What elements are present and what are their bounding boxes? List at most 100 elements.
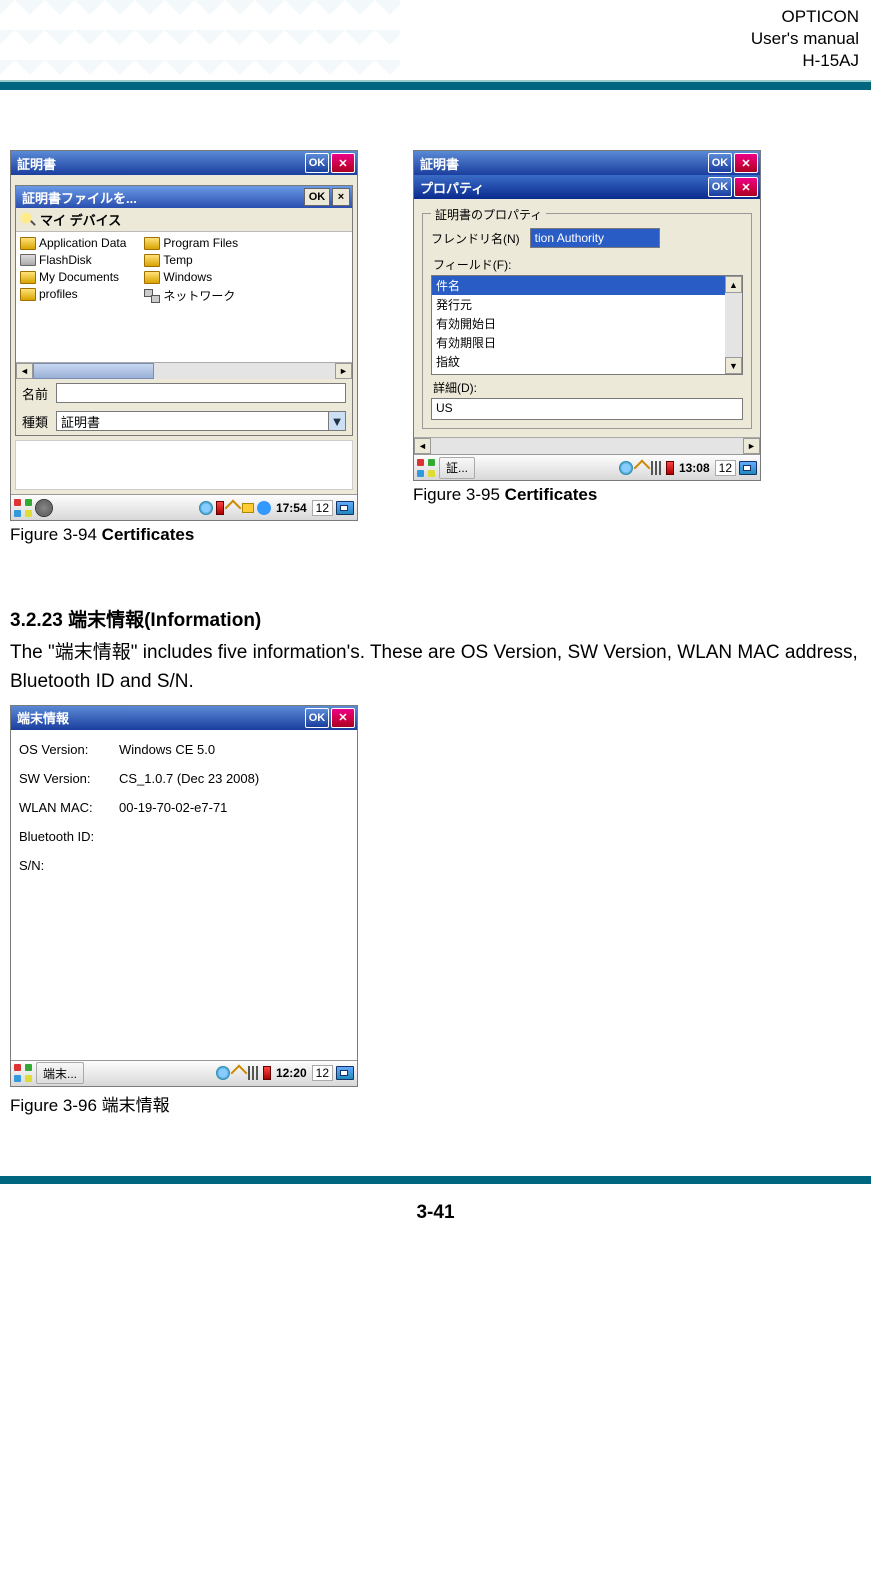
horizontal-scrollbar[interactable]: ◄ ► xyxy=(414,437,760,454)
detail-textbox[interactable]: US xyxy=(431,398,743,420)
background-area xyxy=(15,440,353,490)
scroll-left-button[interactable]: ◄ xyxy=(414,438,431,454)
scroll-up-button[interactable]: ▲ xyxy=(725,276,742,293)
start-button[interactable] xyxy=(14,1064,32,1082)
clock[interactable]: 12:20 xyxy=(274,1066,309,1080)
list-item[interactable]: 有効開始日 xyxy=(432,314,725,333)
ok-button[interactable]: OK xyxy=(305,708,329,728)
folder-icon xyxy=(20,237,36,250)
list-item[interactable]: 指紋 xyxy=(432,352,725,371)
folder-icon xyxy=(144,271,160,284)
date[interactable]: 12 xyxy=(312,1065,333,1081)
disk-icon xyxy=(20,254,36,266)
folder-item[interactable]: Application Data xyxy=(20,236,126,250)
figure-3-94: 証明書 OK 証明書ファイルを... OK × マイ デバイス xyxy=(10,150,358,545)
cert-properties-group: 証明書のプロパティ フレンドリ名(N) tion Authority フィールド… xyxy=(422,213,752,429)
chevron-down-icon[interactable]: ▼ xyxy=(328,412,345,430)
disk-item[interactable]: FlashDisk xyxy=(20,253,126,267)
gear-icon[interactable] xyxy=(36,500,52,516)
scroll-left-button[interactable]: ◄ xyxy=(16,363,33,379)
header-divider xyxy=(0,80,871,90)
close-button[interactable]: × xyxy=(332,188,350,206)
figure-caption: Figure 3-96 端末情報 xyxy=(10,1091,358,1116)
battery-tray-icon[interactable] xyxy=(666,461,674,475)
folder-item[interactable]: Temp xyxy=(144,253,238,267)
network-item[interactable]: ネットワーク xyxy=(144,287,238,304)
friendly-name-input[interactable]: tion Authority xyxy=(530,228,660,248)
figure-3-95: 証明書 OK プロパティ OK 証明書のプロパティ フレンドリ名(N) tion… xyxy=(413,150,761,545)
network-icon xyxy=(144,289,160,303)
battery-tray-icon[interactable] xyxy=(216,501,224,515)
folder-item[interactable]: Windows xyxy=(144,270,238,284)
type-combobox[interactable]: 証明書 ▼ xyxy=(56,411,346,431)
folder-item[interactable]: Program Files xyxy=(144,236,238,250)
network-tray-icon[interactable] xyxy=(199,501,213,515)
header-background xyxy=(0,0,400,80)
close-button[interactable] xyxy=(734,153,758,173)
section-heading: 3.2.23 端末情報(Information) xyxy=(10,605,861,632)
info-row: Bluetooth ID: xyxy=(19,829,349,844)
windows-tray-icon[interactable] xyxy=(336,501,354,515)
scroll-right-button[interactable]: ► xyxy=(335,363,352,379)
info-row: OS Version:Windows CE 5.0 xyxy=(19,742,349,757)
ok-button[interactable]: OK xyxy=(305,153,329,173)
clock[interactable]: 17:54 xyxy=(274,501,309,515)
start-button[interactable] xyxy=(14,499,32,517)
start-button[interactable] xyxy=(417,459,435,477)
close-button[interactable] xyxy=(734,177,758,197)
status-tray-icon[interactable] xyxy=(227,502,239,514)
type-label: 種類 xyxy=(22,412,48,431)
battery-tray-icon[interactable] xyxy=(263,1066,271,1080)
ok-button[interactable]: OK xyxy=(304,188,330,206)
outer-titlebar: 証明書 OK xyxy=(11,151,357,175)
clock[interactable]: 13:08 xyxy=(677,461,712,475)
location-bar: マイ デバイス xyxy=(16,208,352,232)
signal-tray-icon[interactable] xyxy=(651,461,663,475)
window-title: 端末情報 xyxy=(17,708,303,727)
ok-button[interactable]: OK xyxy=(708,177,732,197)
ok-button[interactable]: OK xyxy=(708,153,732,173)
folder-icon xyxy=(20,288,36,301)
close-button[interactable] xyxy=(331,153,355,173)
signal-tray-icon[interactable] xyxy=(248,1066,260,1080)
scroll-right-button[interactable]: ► xyxy=(743,438,760,454)
date[interactable]: 12 xyxy=(715,460,736,476)
header-line1: OPTICON xyxy=(751,6,859,28)
close-button[interactable] xyxy=(331,708,355,728)
file-list[interactable]: Application Data FlashDisk My Documents … xyxy=(16,232,352,362)
detail-label: 詳細(D): xyxy=(433,379,743,396)
windows-tray-icon[interactable] xyxy=(739,461,757,475)
taskbar: 証... 13:08 12 xyxy=(414,454,760,480)
group-legend: 証明書のプロパティ xyxy=(431,206,546,223)
properties-title: プロパティ xyxy=(420,178,706,197)
horizontal-scrollbar[interactable]: ◄ ► xyxy=(16,362,352,379)
taskbar: 端末... 12:20 12 xyxy=(11,1060,357,1086)
taskbar-app-button[interactable]: 端末... xyxy=(36,1062,84,1084)
network-tray-icon[interactable] xyxy=(216,1066,230,1080)
status-tray-icon[interactable] xyxy=(636,462,648,474)
section-body: The "端末情報" includes five information's. … xyxy=(10,638,861,697)
figure-caption: Figure 3-94 Certificates xyxy=(10,525,358,545)
date[interactable]: 12 xyxy=(312,500,333,516)
taskbar: 17:54 12 xyxy=(11,494,357,520)
name-input[interactable] xyxy=(56,383,346,403)
field-listbox[interactable]: 件名 発行元 有効開始日 有効期限日 指紋 ▲ ▼ xyxy=(431,275,743,375)
scroll-thumb[interactable] xyxy=(33,363,154,379)
location-label: マイ デバイス xyxy=(40,210,121,229)
status-tray-icon[interactable] xyxy=(233,1067,245,1079)
page-number: 3-41 xyxy=(0,1202,871,1224)
page-header: OPTICON User's manual H-15AJ xyxy=(0,0,871,90)
list-item[interactable]: 件名 xyxy=(432,276,725,295)
taskbar-app-button[interactable]: 証... xyxy=(439,457,475,479)
vertical-scrollbar[interactable]: ▲ ▼ xyxy=(725,276,742,374)
status-tray-icon[interactable] xyxy=(242,503,254,513)
windows-tray-icon[interactable] xyxy=(336,1066,354,1080)
scroll-down-button[interactable]: ▼ xyxy=(725,357,742,374)
network-tray-icon[interactable] xyxy=(619,461,633,475)
folder-item[interactable]: My Documents xyxy=(20,270,126,284)
folder-item[interactable]: profiles xyxy=(20,287,126,301)
bluetooth-tray-icon[interactable] xyxy=(257,501,271,515)
list-item[interactable]: 有効期限日 xyxy=(432,333,725,352)
list-item[interactable]: 発行元 xyxy=(432,295,725,314)
header-text: OPTICON User's manual H-15AJ xyxy=(751,6,859,72)
